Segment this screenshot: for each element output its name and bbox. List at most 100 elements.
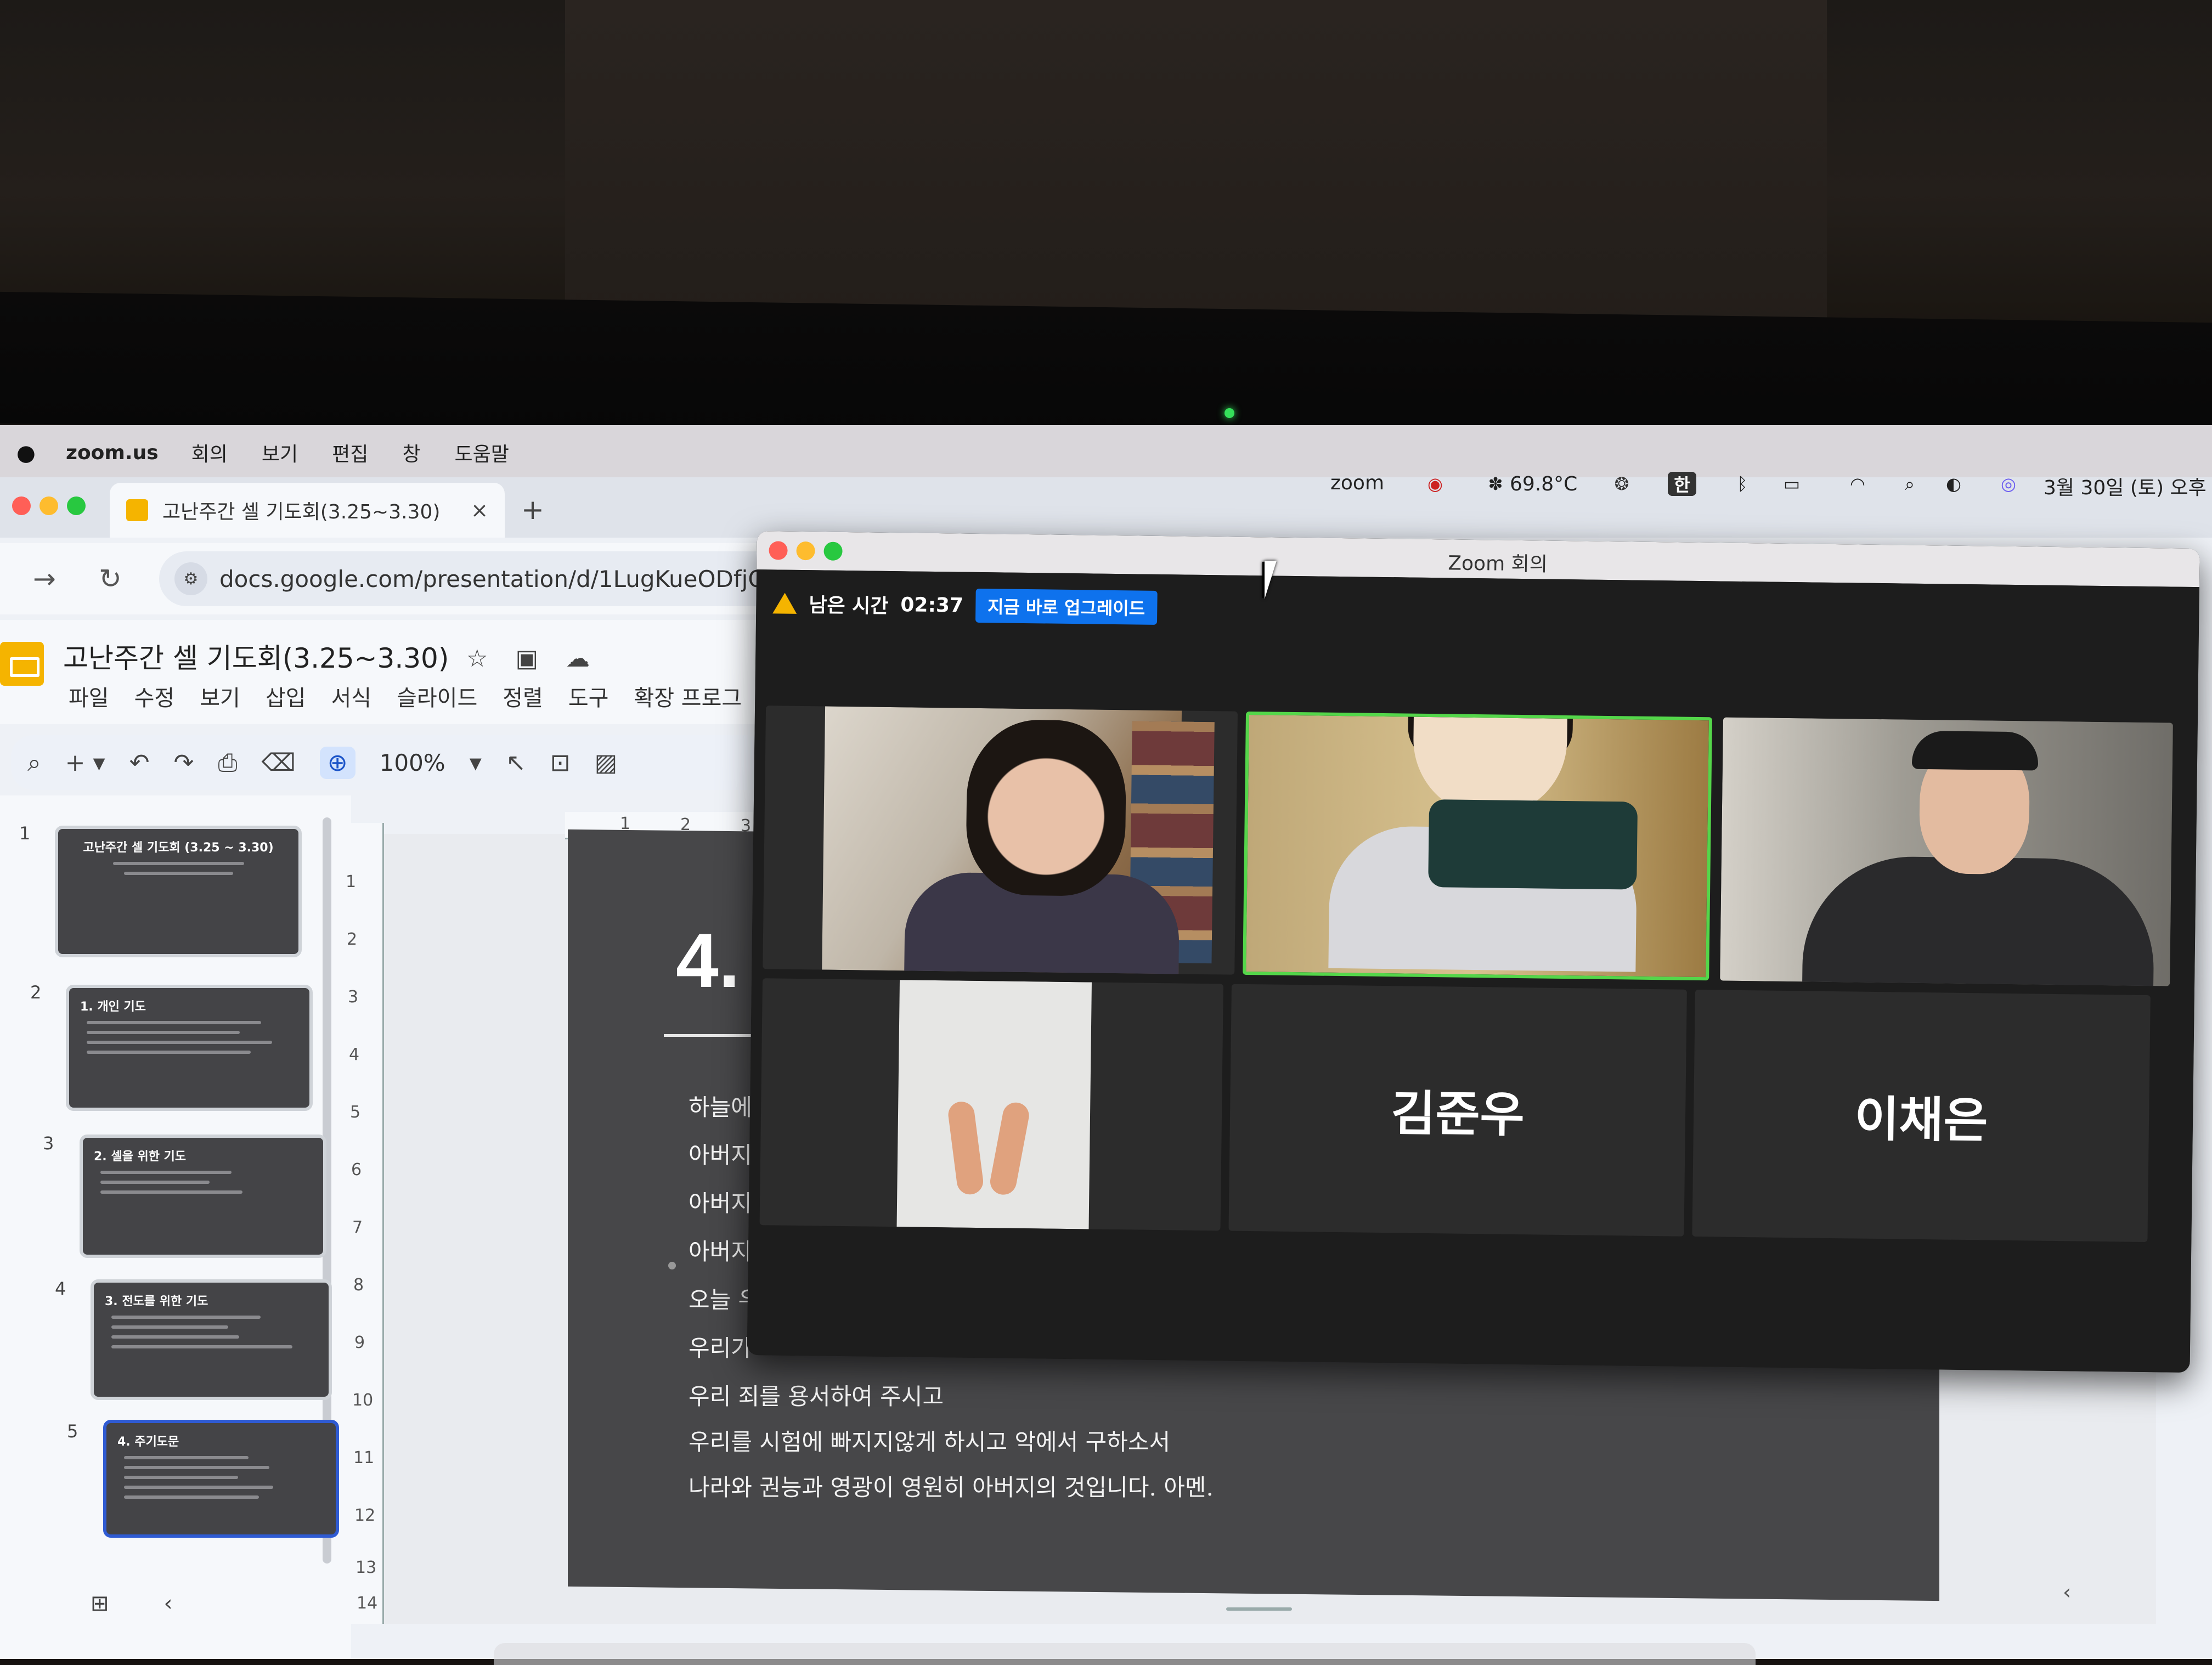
title-actions: ☆ ▣ ☁ <box>466 645 590 673</box>
menu-arrange[interactable]: 정렬 <box>503 680 543 712</box>
site-settings-icon[interactable]: ⚙ <box>174 562 207 595</box>
redo-icon[interactable]: ↷ <box>173 749 194 777</box>
print-icon[interactable]: ⎙ <box>218 749 237 777</box>
paint-format-icon[interactable]: ⌫ <box>262 749 296 777</box>
participant-video-tile[interactable] <box>1720 717 2173 986</box>
slide-thumbnail[interactable]: 1. 개인 기도 <box>66 985 313 1111</box>
insert-image-icon[interactable]: ▨ <box>595 749 618 777</box>
zoom-fullscreen-icon[interactable] <box>823 541 843 561</box>
clock[interactable]: 3월 30일 (토) 오후 1 <box>2044 472 2212 500</box>
document-title[interactable]: 고난주간 셀 기도회(3.25~3.30) <box>63 636 449 676</box>
wifi-icon[interactable]: ◠ <box>1843 472 1872 496</box>
tab-close-icon[interactable]: × <box>471 498 488 522</box>
browser-zoom-icon[interactable] <box>67 496 86 515</box>
zoom-level-select[interactable]: 100% <box>380 749 445 776</box>
slide-heading-number[interactable]: 4. <box>676 916 740 1005</box>
zoom-minimize-icon[interactable] <box>796 541 815 561</box>
slide-text-line[interactable]: 나라와 권능과 영광이 영원히 아버지의 것입니다. 아멘. <box>689 1469 1214 1503</box>
vertical-ruler: 1 2 3 4 5 6 7 8 9 10 11 12 13 14 <box>340 823 384 1624</box>
apple-icon[interactable]: ● <box>16 441 38 466</box>
participant-name-tile[interactable]: 이채은 <box>1692 989 2151 1243</box>
tray-chat-icon[interactable]: ❂ <box>1607 472 1636 496</box>
thumb-title: 3. 전도를 위한 기도 <box>105 1295 208 1308</box>
participant-video <box>822 706 1215 975</box>
undo-icon[interactable]: ↶ <box>129 749 150 777</box>
siri-icon[interactable]: ◎ <box>1994 472 2023 496</box>
slide-text-line[interactable]: 아버지 <box>689 1137 752 1170</box>
slide-thumbnail[interactable]: 고난주간 셀 기도회 (3.25 ~ 3.30) <box>55 826 302 957</box>
slide-thumbnail[interactable]: 3. 전도를 위한 기도 <box>91 1279 332 1400</box>
search-menus-icon[interactable]: ⌕ <box>27 749 41 777</box>
ruler-tick: 7 <box>352 1218 363 1237</box>
participant-video-tile-active-speaker[interactable] <box>1243 711 1712 981</box>
participant-name-tile[interactable]: 김준우 <box>1228 984 1687 1237</box>
slide-text-line[interactable]: 아버지 <box>689 1233 752 1267</box>
move-folder-icon[interactable]: ▣ <box>515 645 538 673</box>
menu-edit-docs[interactable]: 수정 <box>134 680 175 712</box>
new-slide-icon[interactable]: + ▾ <box>65 749 105 777</box>
forward-icon[interactable]: → <box>33 563 66 595</box>
menu-tools[interactable]: 도구 <box>568 680 609 712</box>
participant-cap <box>1911 730 2039 771</box>
slide-text-line[interactable]: 우리를 시험에 빠지지않게 하시고 악에서 구하소서 <box>689 1424 1170 1457</box>
tray-temperature[interactable]: ✽ 69.8°C <box>1481 472 1578 496</box>
dock[interactable] <box>494 1643 1756 1665</box>
zoom-tool-icon[interactable]: ⊕ <box>319 746 356 779</box>
slides-favicon-icon <box>126 499 148 521</box>
url-field[interactable]: ⚙ docs.google.com/presentation/d/1LugKue… <box>159 551 785 606</box>
menu-help[interactable]: 도움말 <box>455 438 509 467</box>
slide-text-line[interactable]: 하늘에 <box>689 1089 752 1122</box>
slide-text-line[interactable]: 아버지 <box>689 1185 752 1218</box>
menu-format[interactable]: 서식 <box>331 680 371 712</box>
room-door <box>565 0 1827 329</box>
menu-view[interactable]: 보기 <box>262 438 298 467</box>
tray-input-method[interactable]: 한 <box>1668 472 1696 496</box>
menu-file[interactable]: 파일 <box>69 680 109 712</box>
control-center-icon[interactable]: ◐ <box>1939 472 1968 496</box>
menu-slide[interactable]: 슬라이드 <box>397 680 477 712</box>
textbox-icon[interactable]: ⊡ <box>550 749 571 777</box>
menu-app-name[interactable]: zoom.us <box>66 442 159 464</box>
warning-icon <box>772 592 797 614</box>
select-cursor-icon[interactable]: ↖ <box>506 749 526 777</box>
new-tab-button[interactable]: + <box>521 494 544 526</box>
menu-window[interactable]: 창 <box>402 438 420 467</box>
browser-close-icon[interactable] <box>12 496 31 515</box>
slide-thumbnail-selected[interactable]: 4. 주기도문 <box>103 1420 339 1538</box>
spotlight-search-icon[interactable]: ⌕ <box>1895 472 1924 496</box>
slide-text-line[interactable]: 우리 죄를 용서하여 주시고 <box>689 1378 944 1412</box>
zoom-meeting-window: Zoom 회의 남은 시간 02:37 지금 바로 업그레이드 김준우 이채은 <box>747 531 2200 1373</box>
participant-face <box>965 719 1127 897</box>
participant-video-tile[interactable] <box>759 978 1223 1231</box>
reload-icon[interactable]: ↻ <box>99 563 132 595</box>
battery-icon[interactable]: ▭ <box>1778 472 1806 496</box>
peace-sign-hand <box>946 1100 1031 1231</box>
tray-zoom[interactable]: zoom <box>1330 472 1384 494</box>
ruler-tick: 2 <box>347 930 358 949</box>
grid-view-icon[interactable]: ⊞ <box>91 1591 109 1616</box>
participant-video-tile[interactable] <box>763 705 1238 975</box>
ruler-tick: 12 <box>354 1506 376 1525</box>
side-panel-toggle-icon[interactable]: ‹ <box>2063 1580 2071 1604</box>
menu-insert[interactable]: 삽입 <box>266 680 306 712</box>
browser-tab[interactable]: 고난주간 셀 기도회(3.25~3.30) × <box>110 483 505 538</box>
time-remaining-label: 남은 시간 <box>809 594 889 618</box>
menu-meeting[interactable]: 회의 <box>191 438 228 467</box>
slides-logo-icon[interactable] <box>0 642 44 686</box>
menu-extensions[interactable]: 확장 프로그 <box>634 680 742 712</box>
zoom-close-icon[interactable] <box>769 541 788 560</box>
speaker-notes-handle[interactable] <box>1226 1607 1292 1611</box>
collapse-panel-icon[interactable]: ‹ <box>164 1591 173 1616</box>
slide-text-line[interactable]: 우리가 <box>689 1330 752 1363</box>
cloud-status-icon[interactable]: ☁ <box>566 645 590 673</box>
slide-thumbnail[interactable]: 2. 셀을 위한 기도 <box>80 1135 326 1258</box>
zoom-dropdown-icon[interactable]: ▾ <box>470 749 482 777</box>
upgrade-now-button[interactable]: 지금 바로 업그레이드 <box>975 588 1158 625</box>
browser-minimize-icon[interactable] <box>40 496 58 515</box>
participant-body <box>1802 855 2155 986</box>
menu-view-docs[interactable]: 보기 <box>200 680 240 712</box>
bluetooth-icon[interactable]: ᛒ <box>1728 472 1757 496</box>
tray-record-icon[interactable]: ◉ <box>1421 472 1449 496</box>
star-icon[interactable]: ☆ <box>466 645 488 673</box>
menu-edit[interactable]: 편집 <box>332 438 368 467</box>
